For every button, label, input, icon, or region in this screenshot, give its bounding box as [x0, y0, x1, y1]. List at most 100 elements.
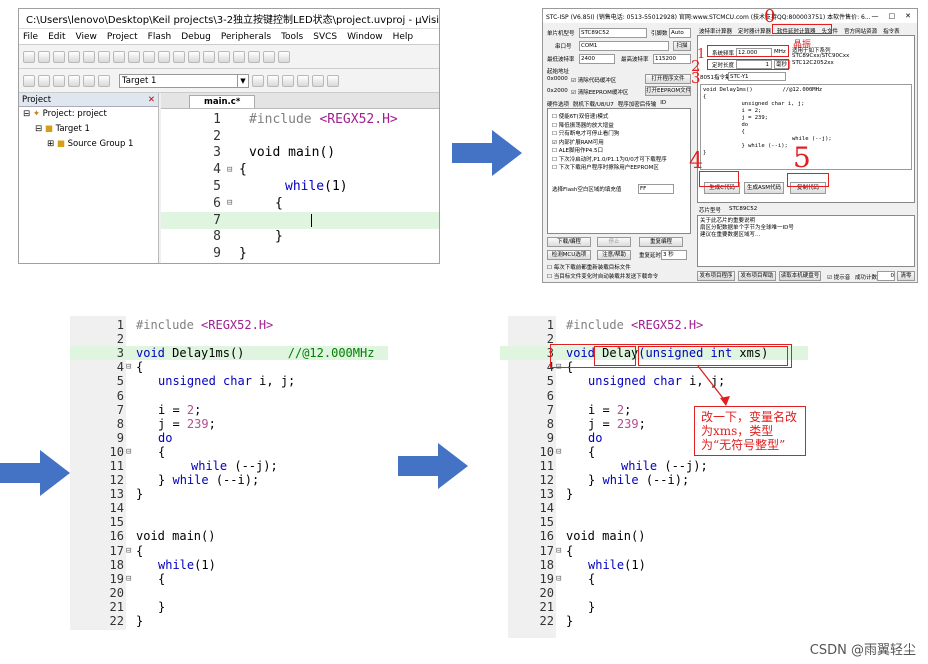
option-checkbox[interactable]: ☑ 内部扩展RAM可用 — [552, 139, 667, 148]
tab-timer-calc[interactable]: 定时器计算器 — [738, 27, 771, 35]
tree-item-target[interactable]: ⊟ ■ Target 1 — [23, 122, 158, 137]
pin-select[interactable]: Auto — [669, 28, 691, 38]
option-checkbox[interactable]: ☐ 只有断电才可停止看门狗 — [552, 130, 667, 139]
redo-icon[interactable] — [143, 50, 155, 63]
code-editor[interactable]: main.c* 1 #include <REGX52.H> 2 3 void mai… — [161, 93, 439, 263]
clear-code-checkbox[interactable]: ☑ 清除代码缓冲区 — [571, 76, 616, 84]
pack-installer-icon[interactable] — [312, 74, 324, 87]
tab-hw-options[interactable]: 硬件选项 — [547, 100, 569, 108]
menu-debug[interactable]: Debug — [181, 32, 211, 42]
min-baud-select[interactable]: 2400 — [579, 54, 615, 64]
reload-checkbox[interactable]: ☐ 每次下载前都重新装载目标文件 — [547, 263, 631, 271]
rebuild-icon[interactable] — [53, 74, 65, 87]
fold-icon[interactable]: ⊟ — [556, 447, 566, 457]
mcu-select[interactable]: STC89C52 — [579, 28, 647, 38]
menu-project[interactable]: Project — [107, 32, 138, 42]
fold-icon[interactable]: ⊟ — [126, 574, 136, 584]
magic-wand-icon[interactable] — [252, 74, 264, 87]
tab-encrypt[interactable]: 程序加密后传输 — [618, 100, 657, 108]
clear-count-button[interactable]: 清零 — [897, 271, 915, 281]
auto-send-checkbox[interactable]: ☐ 当目标文件变化时自动装载并发送下载命令 — [547, 272, 658, 280]
tab-instructions[interactable]: 指令表 — [883, 27, 900, 35]
max-baud-select[interactable]: 115200 — [653, 54, 691, 64]
menu-file[interactable]: File — [23, 32, 38, 42]
file-extensions-icon[interactable] — [282, 74, 294, 87]
reprogram-button[interactable]: 重复编程 — [639, 237, 683, 247]
gen-asm-button[interactable]: 生成ASM代码 — [744, 182, 784, 194]
tab-id[interactable]: ID — [660, 100, 666, 108]
menu-svcs[interactable]: SVCS — [313, 32, 337, 42]
close-icon[interactable]: ✕ — [905, 12, 911, 20]
publish-program-button[interactable]: 发布项目程序 — [697, 271, 735, 281]
tab-baud-calc[interactable]: 波特率计算器 — [699, 27, 732, 35]
scan-button[interactable]: 扫描 — [673, 41, 691, 51]
menu-view[interactable]: View — [76, 32, 97, 42]
read-disk-id-button[interactable]: 读取本机硬盘号 — [779, 271, 821, 281]
comment-icon[interactable] — [248, 50, 260, 63]
target-select[interactable]: Target 1 ▼ — [119, 73, 249, 88]
code-area[interactable]: 1 #include <REGX52.H> 2 3 void main() 4 ⊟{ … — [161, 111, 439, 262]
instruction-set-select[interactable]: STC-Y1 — [728, 72, 786, 81]
delay-select[interactable]: 3 秒 — [661, 250, 687, 260]
fold-icon[interactable]: ⊟ — [556, 574, 566, 584]
batch-build-icon[interactable] — [68, 74, 80, 87]
paste-icon[interactable] — [113, 50, 125, 63]
open-program-button[interactable]: 打开程序文件 — [645, 74, 691, 84]
open-eeprom-button[interactable]: 打开EEPROM文件 — [645, 86, 691, 96]
menu-window[interactable]: Window — [347, 32, 383, 42]
translate-icon[interactable] — [23, 74, 35, 87]
fold-icon[interactable]: ⊟ — [227, 198, 237, 208]
download-button[interactable]: 下载/编程 — [547, 237, 591, 247]
fold-icon[interactable]: ⊟ — [556, 546, 566, 556]
bookmark-icon[interactable] — [188, 50, 200, 63]
uncomment-icon[interactable] — [263, 50, 275, 63]
menu-flash[interactable]: Flash — [148, 32, 172, 42]
open-icon[interactable] — [38, 50, 50, 63]
manage-components-icon[interactable] — [267, 74, 279, 87]
fold-icon[interactable]: ⊟ — [126, 546, 136, 556]
forward-icon[interactable] — [173, 50, 185, 63]
save-icon[interactable] — [53, 50, 65, 63]
open-folder-icon[interactable] — [278, 50, 290, 63]
plus-icon[interactable]: ⊞ — [47, 139, 57, 149]
back-icon[interactable] — [158, 50, 170, 63]
tree-item-project[interactable]: ⊟ ✦ Project: project — [23, 107, 158, 122]
option-checkbox[interactable]: ☐ 下次冷启动时,P1.0/P1.1为0/0才可下载程序 — [552, 156, 667, 165]
fold-icon[interactable]: ⊟ — [227, 165, 237, 175]
books-icon[interactable] — [327, 74, 339, 87]
save-all-icon[interactable] — [68, 50, 80, 63]
fold-icon[interactable]: ⊟ — [126, 447, 136, 457]
fold-icon[interactable]: ⊟ — [126, 362, 136, 372]
tree-item-source-group[interactable]: ⊞ ■ Source Group 1 — [23, 137, 158, 152]
cut-icon[interactable] — [83, 50, 95, 63]
option-checkbox[interactable]: ☐ ALE脚用作P4.5口 — [552, 147, 667, 156]
outdent-icon[interactable] — [233, 50, 245, 63]
tab-main-c[interactable]: main.c* — [189, 95, 256, 108]
rte-icon[interactable] — [297, 74, 309, 87]
stop-button[interactable]: 停止 — [597, 237, 631, 247]
menu-tools[interactable]: Tools — [281, 32, 303, 42]
maximize-icon[interactable]: □ — [889, 12, 896, 20]
publish-help-button[interactable]: 发布项目帮助 — [738, 271, 776, 281]
build-icon[interactable] — [38, 74, 50, 87]
minimize-icon[interactable]: — — [872, 12, 879, 20]
find-icon[interactable] — [203, 50, 215, 63]
option-checkbox[interactable]: ☐ 降低振荡器的放大增益 — [552, 122, 667, 131]
menu-edit[interactable]: Edit — [48, 32, 65, 42]
menu-peripherals[interactable]: Peripherals — [221, 32, 271, 42]
option-checkbox[interactable]: ☐ 下次下载用户程序时擦除用户EEPROM区 — [552, 164, 667, 173]
check-mcu-button[interactable]: 检测MCU选项 — [547, 250, 591, 260]
tab-offline[interactable]: 脱机下载/U8/U7 — [573, 100, 614, 108]
flash-fill-select[interactable]: FF — [638, 184, 674, 194]
port-select[interactable]: COM1 — [579, 41, 669, 51]
minus-icon[interactable]: ⊟ — [35, 124, 45, 134]
new-file-icon[interactable] — [23, 50, 35, 63]
close-icon[interactable]: ✕ — [148, 95, 155, 105]
tab-resources[interactable]: 官方网站资源 — [844, 27, 877, 35]
menu-help[interactable]: Help — [393, 32, 414, 42]
tip-checkbox[interactable]: ☑ 提示音 — [827, 273, 850, 281]
clear-eeprom-checkbox[interactable]: ☑ 清除EEPROM缓冲区 — [571, 88, 628, 96]
indent-icon[interactable] — [218, 50, 230, 63]
undo-icon[interactable] — [128, 50, 140, 63]
help-button[interactable]: 注意/帮助 — [597, 250, 631, 260]
